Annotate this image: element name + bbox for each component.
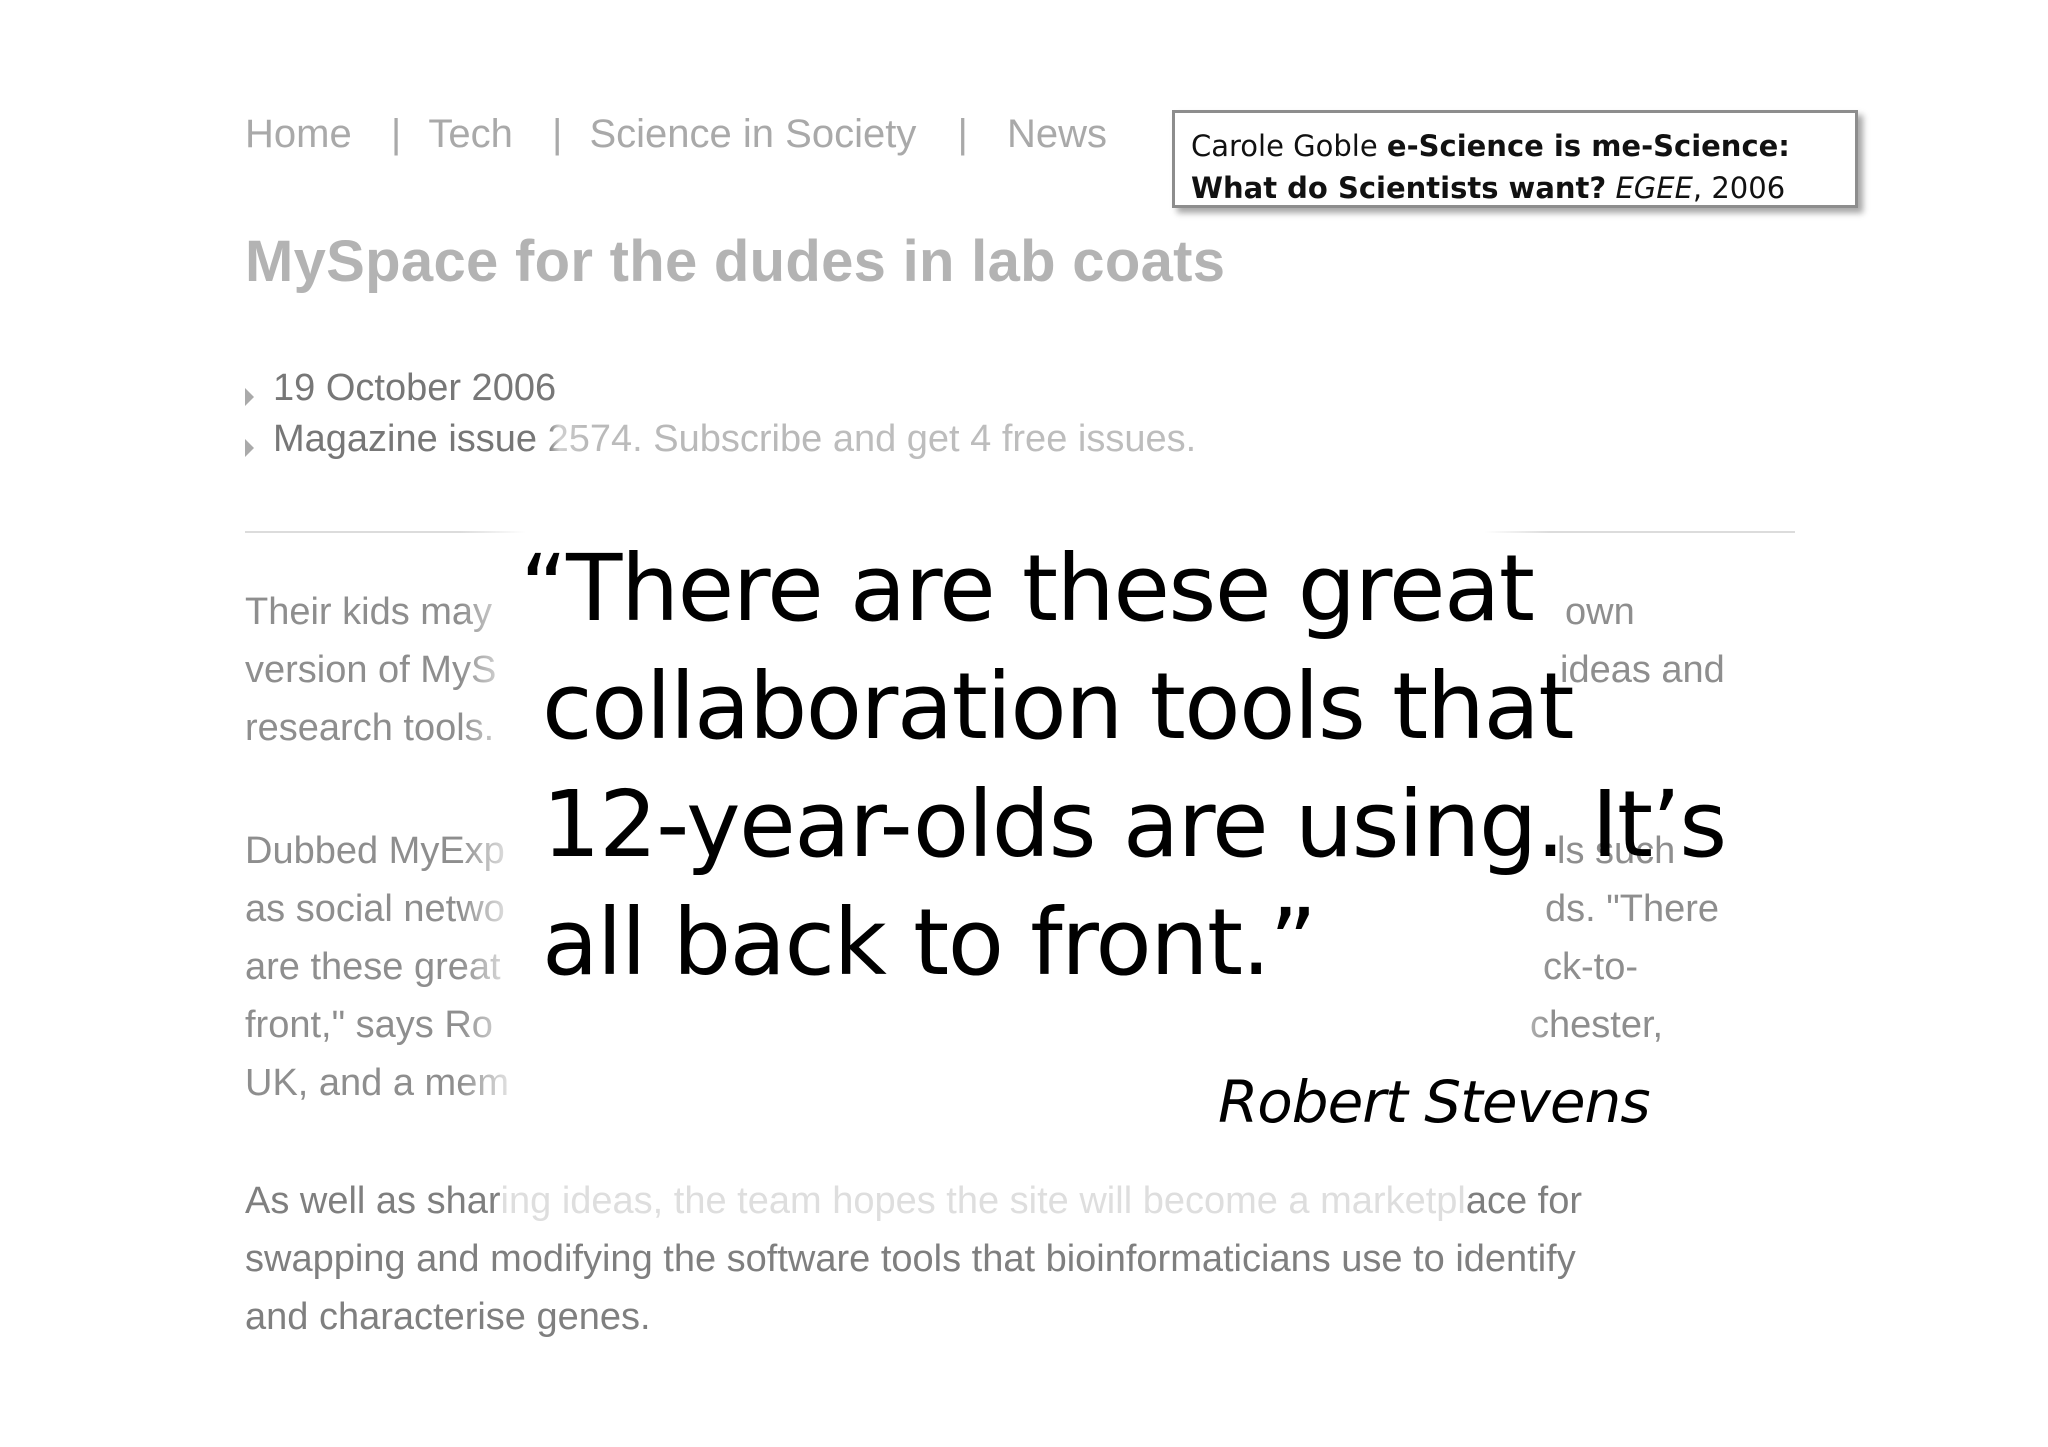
- para1-line2-left: version of MyS: [245, 649, 497, 691]
- para3-line1-faded: ing ideas, the team hopes the site will …: [500, 1180, 1466, 1222]
- article-nav: Home | Tech | Science in Society | News: [245, 112, 1107, 157]
- para1-line3-left: research tools.: [245, 707, 495, 749]
- nav-separator: |: [957, 112, 968, 156]
- nav-science-in-society-link[interactable]: Science in Society: [589, 112, 916, 157]
- article-issue: Magazine issue 2574. Subscribe and get 4…: [245, 418, 1196, 461]
- pull-quote: “There are these great collaboration too…: [520, 530, 1727, 1002]
- para3-line1-end: ace for: [1465, 1180, 1583, 1222]
- citation-author: Carole Goble: [1191, 129, 1378, 163]
- subscribe-offer: and get 4 free issues.: [832, 418, 1197, 460]
- quote-line-2: collaboration tools that: [542, 653, 1574, 760]
- issue-prefix: Magazine issue: [273, 418, 538, 460]
- article-headline: MySpace for the dudes in lab coats: [245, 229, 1226, 294]
- quote-line-4: all back to front.”: [542, 889, 1317, 996]
- nav-home-link[interactable]: Home: [245, 112, 352, 157]
- nav-separator: |: [390, 112, 402, 156]
- nav-news-link[interactable]: News: [1007, 112, 1107, 157]
- nav-separator: |: [551, 112, 563, 156]
- citation-venue: EGEE: [1615, 171, 1693, 205]
- article-date: 19 October 2006: [245, 367, 556, 410]
- para1-line1-left: Their kids may: [245, 591, 493, 633]
- citation-year: , 2006: [1692, 171, 1786, 205]
- para3-line3: and characterise genes.: [245, 1296, 651, 1338]
- date-text: 19 October 2006: [273, 367, 557, 409]
- subscribe-link[interactable]: Subscribe: [653, 418, 822, 460]
- bullet-arrow-icon: [245, 388, 255, 406]
- citation-box: Carole Goble e-Science is me-Science: Wh…: [1172, 110, 1858, 208]
- quote-line-1: “There are these great: [520, 535, 1535, 642]
- nav-tech-link[interactable]: Tech: [428, 112, 513, 157]
- article-paragraph-3: As well as sharing ideas, the team hopes…: [245, 1172, 1785, 1346]
- para3-line2: swapping and modifying the software tool…: [245, 1238, 1576, 1280]
- quote-line-3: 12-year-olds are using. It’s: [542, 771, 1727, 878]
- bullet-arrow-icon: [245, 439, 255, 457]
- issue-number: 2574.: [547, 418, 643, 460]
- quote-attribution: Robert Stevens: [1218, 1068, 1651, 1136]
- para3-line1-start: As well as shar: [245, 1180, 501, 1222]
- para2-line4-left: front," says Ro: [245, 1004, 493, 1046]
